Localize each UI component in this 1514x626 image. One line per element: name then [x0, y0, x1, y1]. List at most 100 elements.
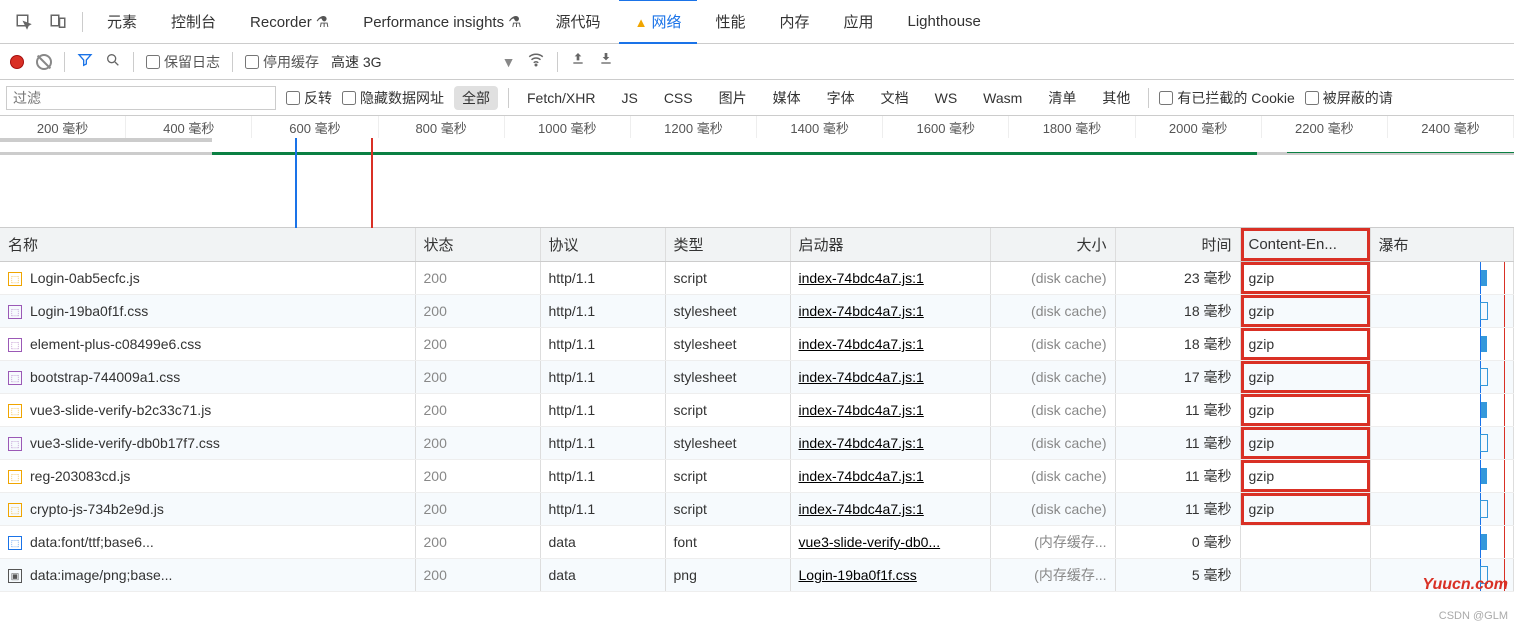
cell-size: (disk cache): [990, 460, 1115, 493]
table-row[interactable]: ⬚reg-203083cd.js200http/1.1scriptindex-7…: [0, 460, 1514, 493]
import-har-icon[interactable]: [570, 51, 586, 72]
filter-media[interactable]: 媒体: [765, 86, 809, 110]
table-row[interactable]: ⬚vue3-slide-verify-b2c33c71.js200http/1.…: [0, 394, 1514, 427]
preserve-log-checkbox[interactable]: 保留日志: [146, 52, 220, 72]
col-name[interactable]: 名称: [0, 228, 415, 262]
filter-js[interactable]: JS: [613, 88, 645, 108]
cell-initiator[interactable]: index-74bdc4a7.js:1: [790, 295, 990, 328]
cell-initiator[interactable]: index-74bdc4a7.js:1: [790, 328, 990, 361]
cell-initiator[interactable]: Login-19ba0f1f.css: [790, 559, 990, 592]
cell-status: 200: [415, 427, 540, 460]
tab-performance[interactable]: 性能: [699, 1, 761, 42]
table-row[interactable]: ⬚bootstrap-744009a1.css200http/1.1styles…: [0, 361, 1514, 394]
col-size[interactable]: 大小: [990, 228, 1115, 262]
cell-initiator[interactable]: index-74bdc4a7.js:1: [790, 427, 990, 460]
disable-cache-checkbox[interactable]: 停用缓存: [245, 52, 319, 72]
network-conditions-icon[interactable]: [527, 50, 545, 73]
cell-encoding: gzip: [1240, 493, 1370, 526]
cell-initiator[interactable]: index-74bdc4a7.js:1: [790, 262, 990, 295]
cell-encoding: gzip: [1240, 262, 1370, 295]
tab-memory[interactable]: 内存: [763, 1, 825, 42]
separator: [133, 52, 134, 72]
cell-encoding: gzip: [1240, 427, 1370, 460]
css-file-icon: ⬚: [8, 305, 22, 319]
export-har-icon[interactable]: [598, 51, 614, 72]
filter-input[interactable]: [6, 86, 276, 110]
filter-img[interactable]: 图片: [711, 86, 755, 110]
tab-perf-insights[interactable]: Performance insights⚗: [347, 3, 537, 41]
filter-other[interactable]: 其他: [1094, 86, 1138, 110]
flask-icon: ⚗: [316, 14, 329, 31]
tab-sources[interactable]: 源代码: [540, 1, 617, 42]
cell-name: ⬚bootstrap-744009a1.css: [0, 361, 415, 394]
filter-css[interactable]: CSS: [656, 88, 701, 108]
cell-size: (内存缓存...: [990, 526, 1115, 559]
device-toggle-icon[interactable]: [42, 6, 74, 38]
cell-initiator[interactable]: index-74bdc4a7.js:1: [790, 493, 990, 526]
timeline-tick: 2200 毫秒: [1262, 116, 1388, 138]
watermark-csdn: CSDN @GLM: [1439, 610, 1508, 622]
cell-size: (disk cache): [990, 361, 1115, 394]
cell-waterfall: [1370, 460, 1514, 493]
cell-initiator[interactable]: index-74bdc4a7.js:1: [790, 460, 990, 493]
table-row[interactable]: ⬚Login-0ab5ecfc.js200http/1.1scriptindex…: [0, 262, 1514, 295]
css-file-icon: ⬚: [8, 437, 22, 451]
domcontentloaded-marker: [295, 138, 297, 228]
record-button[interactable]: [10, 55, 24, 69]
cell-time: 18 毫秒: [1115, 295, 1240, 328]
col-content-encoding[interactable]: Content-En...: [1240, 228, 1370, 262]
filter-wasm[interactable]: Wasm: [975, 88, 1030, 108]
cell-initiator[interactable]: index-74bdc4a7.js:1: [790, 361, 990, 394]
cell-protocol: http/1.1: [540, 262, 665, 295]
col-waterfall[interactable]: 瀑布: [1370, 228, 1514, 262]
devtools-top-tabs: 元素 控制台 Recorder⚗ Performance insights⚗ 源…: [0, 0, 1514, 44]
col-type[interactable]: 类型: [665, 228, 790, 262]
filter-all[interactable]: 全部: [454, 86, 498, 110]
filter-manifest[interactable]: 清单: [1040, 86, 1084, 110]
inspect-icon[interactable]: [8, 6, 40, 38]
separator: [557, 52, 558, 72]
cell-initiator[interactable]: vue3-slide-verify-db0...: [790, 526, 990, 559]
filter-toggle-icon[interactable]: [77, 52, 93, 71]
separator: [232, 52, 233, 72]
hide-data-urls-checkbox[interactable]: 隐藏数据网址: [342, 88, 444, 108]
cell-size: (disk cache): [990, 493, 1115, 526]
col-protocol[interactable]: 协议: [540, 228, 665, 262]
cell-status: 200: [415, 394, 540, 427]
clear-button[interactable]: [36, 54, 52, 70]
filter-font[interactable]: 字体: [819, 86, 863, 110]
tab-elements[interactable]: 元素: [91, 1, 153, 42]
table-row[interactable]: ⬚crypto-js-734b2e9d.js200http/1.1scripti…: [0, 493, 1514, 526]
cell-name: ⬚element-plus-c08499e6.css: [0, 328, 415, 361]
invert-checkbox[interactable]: 反转: [286, 88, 332, 108]
cell-size: (内存缓存...: [990, 559, 1115, 592]
search-icon[interactable]: [105, 52, 121, 71]
table-row[interactable]: ⬚vue3-slide-verify-db0b17f7.css200http/1…: [0, 427, 1514, 460]
tab-recorder[interactable]: Recorder⚗: [234, 3, 345, 41]
tab-console[interactable]: 控制台: [155, 1, 232, 42]
tab-application[interactable]: 应用: [827, 1, 889, 42]
filter-ws[interactable]: WS: [927, 88, 966, 108]
col-initiator[interactable]: 启动器: [790, 228, 990, 262]
col-status[interactable]: 状态: [415, 228, 540, 262]
table-row[interactable]: ⬚element-plus-c08499e6.css200http/1.1sty…: [0, 328, 1514, 361]
cell-protocol: http/1.1: [540, 493, 665, 526]
table-row[interactable]: ⬚Login-19ba0f1f.css200http/1.1stylesheet…: [0, 295, 1514, 328]
table-row[interactable]: ▣data:image/png;base...200datapngLogin-1…: [0, 559, 1514, 592]
throttling-dropdown[interactable]: 高速 3G▼: [331, 52, 515, 72]
filter-fetch[interactable]: Fetch/XHR: [519, 88, 603, 108]
blocked-requests-checkbox[interactable]: 被屏蔽的请: [1305, 88, 1393, 108]
overview-timeline[interactable]: 200 毫秒400 毫秒600 毫秒800 毫秒1000 毫秒1200 毫秒14…: [0, 116, 1514, 228]
table-row[interactable]: ⬚data:font/ttf;base6...200datafontvue3-s…: [0, 526, 1514, 559]
cell-status: 200: [415, 328, 540, 361]
cell-encoding: [1240, 559, 1370, 592]
filter-doc[interactable]: 文档: [873, 86, 917, 110]
tab-network[interactable]: ▲网络: [619, 0, 698, 44]
cell-name: ⬚data:font/ttf;base6...: [0, 526, 415, 559]
col-time[interactable]: 时间: [1115, 228, 1240, 262]
blocked-cookies-checkbox[interactable]: 有已拦截的 Cookie: [1159, 88, 1294, 108]
cell-initiator[interactable]: index-74bdc4a7.js:1: [790, 394, 990, 427]
cell-protocol: data: [540, 559, 665, 592]
tab-lighthouse[interactable]: Lighthouse: [892, 3, 997, 40]
js-file-icon: ⬚: [8, 470, 22, 484]
